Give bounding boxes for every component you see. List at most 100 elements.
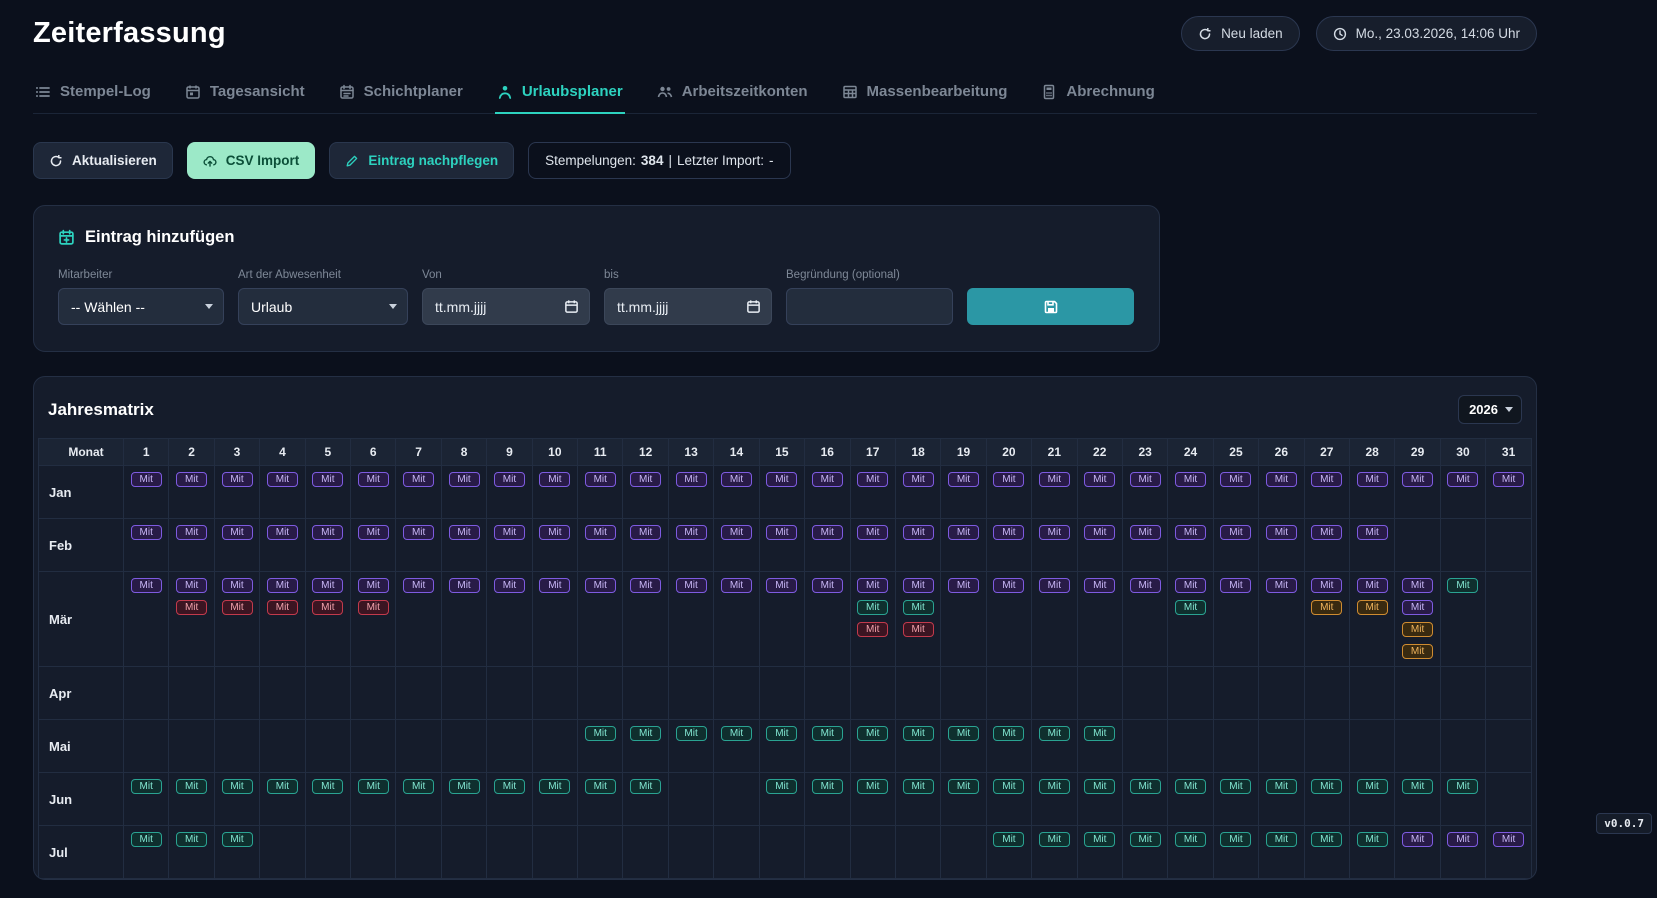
absence-badge[interactable]: Mit	[585, 779, 616, 794]
absence-badge[interactable]: Mit	[1039, 779, 1070, 794]
absence-badge[interactable]: Mit	[812, 525, 843, 540]
absence-badge[interactable]: Mit	[312, 525, 343, 540]
absence-badge[interactable]: Mit	[766, 525, 797, 540]
absence-badge[interactable]: Mit	[812, 779, 843, 794]
absence-badge[interactable]: Mit	[449, 472, 480, 487]
absence-badge[interactable]: Mit	[721, 525, 752, 540]
absence-badge[interactable]: Mit	[1130, 779, 1161, 794]
absence-badge[interactable]: Mit	[812, 472, 843, 487]
absence-badge[interactable]: Mit	[585, 578, 616, 593]
absence-badge[interactable]: Mit	[222, 600, 253, 615]
absence-badge[interactable]: Mit	[1266, 832, 1297, 847]
absence-badge[interactable]: Mit	[766, 726, 797, 741]
absence-badge[interactable]: Mit	[1266, 525, 1297, 540]
reload-button[interactable]: Neu laden	[1181, 16, 1300, 51]
absence-badge[interactable]: Mit	[358, 525, 389, 540]
absence-badge[interactable]: Mit	[176, 472, 207, 487]
absence-badge[interactable]: Mit	[766, 578, 797, 593]
absence-badge[interactable]: Mit	[903, 600, 934, 615]
absence-badge[interactable]: Mit	[176, 779, 207, 794]
absence-badge[interactable]: Mit	[1447, 472, 1478, 487]
absence-badge[interactable]: Mit	[766, 472, 797, 487]
absence-badge[interactable]: Mit	[222, 779, 253, 794]
absence-badge[interactable]: Mit	[857, 525, 888, 540]
absence-badge[interactable]: Mit	[176, 832, 207, 847]
absence-badge[interactable]: Mit	[993, 525, 1024, 540]
absence-badge[interactable]: Mit	[494, 578, 525, 593]
absence-badge[interactable]: Mit	[1311, 779, 1342, 794]
absence-badge[interactable]: Mit	[449, 779, 480, 794]
absence-badge[interactable]: Mit	[1130, 472, 1161, 487]
absence-badge[interactable]: Mit	[222, 472, 253, 487]
absence-badge[interactable]: Mit	[1447, 779, 1478, 794]
tab-tagesansicht[interactable]: Tagesansicht	[183, 77, 307, 114]
absence-badge[interactable]: Mit	[449, 525, 480, 540]
absence-badge[interactable]: Mit	[1039, 525, 1070, 540]
tab-schichtplaner[interactable]: Schichtplaner	[337, 77, 465, 114]
absence-badge[interactable]: Mit	[948, 779, 979, 794]
absence-badge[interactable]: Mit	[1220, 779, 1251, 794]
absence-badge[interactable]: Mit	[630, 472, 661, 487]
refresh-button[interactable]: Aktualisieren	[33, 142, 173, 179]
date-to-input[interactable]: tt.mm.jjjj	[604, 288, 772, 325]
absence-badge[interactable]: Mit	[1084, 726, 1115, 741]
absence-badge[interactable]: Mit	[585, 525, 616, 540]
absence-badge[interactable]: Mit	[131, 472, 162, 487]
absence-badge[interactable]: Mit	[1493, 832, 1524, 847]
absence-badge[interactable]: Mit	[812, 726, 843, 741]
absence-badge[interactable]: Mit	[857, 578, 888, 593]
add-entry-button[interactable]: Eintrag nachpflegen	[329, 142, 514, 179]
absence-badge[interactable]: Mit	[267, 600, 298, 615]
absence-badge[interactable]: Mit	[1402, 832, 1433, 847]
absence-badge[interactable]: Mit	[1220, 832, 1251, 847]
absence-badge[interactable]: Mit	[1039, 578, 1070, 593]
absence-badge[interactable]: Mit	[1402, 578, 1433, 593]
absence-badge[interactable]: Mit	[1357, 472, 1388, 487]
absence-badge[interactable]: Mit	[857, 472, 888, 487]
absence-badge[interactable]: Mit	[1447, 832, 1478, 847]
absence-badge[interactable]: Mit	[1357, 525, 1388, 540]
absence-badge[interactable]: Mit	[403, 525, 434, 540]
absence-badge[interactable]: Mit	[903, 472, 934, 487]
absence-badge[interactable]: Mit	[494, 472, 525, 487]
absence-badge[interactable]: Mit	[494, 779, 525, 794]
absence-badge[interactable]: Mit	[993, 472, 1024, 487]
absence-badge[interactable]: Mit	[267, 578, 298, 593]
absence-badge[interactable]: Mit	[358, 472, 389, 487]
absence-badge[interactable]: Mit	[948, 472, 979, 487]
absence-badge[interactable]: Mit	[766, 779, 797, 794]
absence-badge[interactable]: Mit	[267, 525, 298, 540]
absence-badge[interactable]: Mit	[222, 525, 253, 540]
absence-badge[interactable]: Mit	[676, 726, 707, 741]
tab-abrechnung[interactable]: Abrechnung	[1039, 77, 1156, 114]
absence-badge[interactable]: Mit	[630, 779, 661, 794]
absence-badge[interactable]: Mit	[1220, 578, 1251, 593]
absence-badge[interactable]: Mit	[539, 525, 570, 540]
absence-badge[interactable]: Mit	[585, 472, 616, 487]
csv-import-button[interactable]: CSV Import	[187, 142, 316, 179]
absence-badge[interactable]: Mit	[1084, 578, 1115, 593]
absence-badge[interactable]: Mit	[1357, 578, 1388, 593]
absence-badge[interactable]: Mit	[1357, 779, 1388, 794]
absence-badge[interactable]: Mit	[358, 779, 389, 794]
reason-input[interactable]	[786, 288, 953, 325]
absence-badge[interactable]: Mit	[1266, 779, 1297, 794]
absence-badge[interactable]: Mit	[131, 525, 162, 540]
absence-badge[interactable]: Mit	[857, 600, 888, 615]
year-select[interactable]: 2026	[1458, 395, 1522, 424]
absence-badge[interactable]: Mit	[630, 525, 661, 540]
absence-badge[interactable]: Mit	[993, 779, 1024, 794]
absence-badge[interactable]: Mit	[1447, 578, 1478, 593]
absence-badge[interactable]: Mit	[403, 578, 434, 593]
absence-badge[interactable]: Mit	[1039, 832, 1070, 847]
absence-badge[interactable]: Mit	[358, 578, 389, 593]
absence-badge[interactable]: Mit	[1402, 779, 1433, 794]
absence-badge[interactable]: Mit	[1084, 832, 1115, 847]
absence-badge[interactable]: Mit	[176, 525, 207, 540]
date-from-input[interactable]: tt.mm.jjjj	[422, 288, 590, 325]
absence-badge[interactable]: Mit	[131, 578, 162, 593]
absence-badge[interactable]: Mit	[948, 726, 979, 741]
absence-badge[interactable]: Mit	[1175, 832, 1206, 847]
absence-badge[interactable]: Mit	[903, 726, 934, 741]
absence-badge[interactable]: Mit	[539, 472, 570, 487]
